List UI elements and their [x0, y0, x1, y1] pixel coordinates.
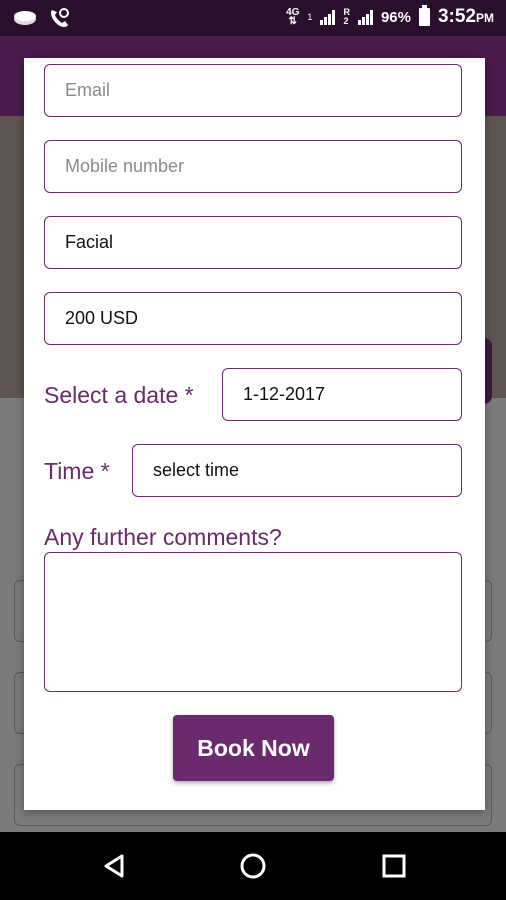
clock: 3:52PM [437, 6, 494, 27]
back-icon[interactable] [98, 850, 130, 882]
battery-icon [418, 5, 430, 26]
sim1-label: 1 [307, 12, 313, 22]
status-bar: 4G ⇅ 1 R 2 96% 3:52PM [0, 0, 506, 36]
time-label: Time * [44, 458, 110, 484]
home-icon[interactable] [237, 850, 269, 882]
phone-icon [51, 8, 69, 28]
booking-dialog: Email Mobile number Facial 200 USD Selec… [24, 58, 485, 810]
network-type: 4G ⇅ [286, 7, 300, 27]
time-field[interactable]: select time [132, 444, 462, 497]
roaming-label: R 2 [343, 7, 350, 26]
battery-percent: 96% [380, 8, 411, 26]
signal-icon [320, 9, 336, 25]
navigation-bar [0, 832, 506, 900]
signal-icon-2 [357, 9, 373, 25]
message-icon [14, 11, 36, 25]
mobile-number-field[interactable]: Mobile number [44, 140, 462, 193]
comments-textarea[interactable] [44, 552, 462, 692]
book-now-button[interactable]: Book Now [173, 715, 334, 781]
email-field[interactable]: Email [44, 64, 462, 117]
service-field[interactable]: Facial [44, 216, 462, 269]
notification-icons [12, 8, 70, 28]
comments-label: Any further comments? [44, 524, 282, 550]
date-field[interactable]: 1-12-2017 [222, 368, 462, 421]
recents-icon[interactable] [378, 850, 410, 882]
status-icons: 4G ⇅ 1 R 2 96% 3:52PM [286, 5, 494, 28]
date-label: Select a date * [44, 382, 194, 408]
price-field[interactable]: 200 USD [44, 292, 462, 345]
